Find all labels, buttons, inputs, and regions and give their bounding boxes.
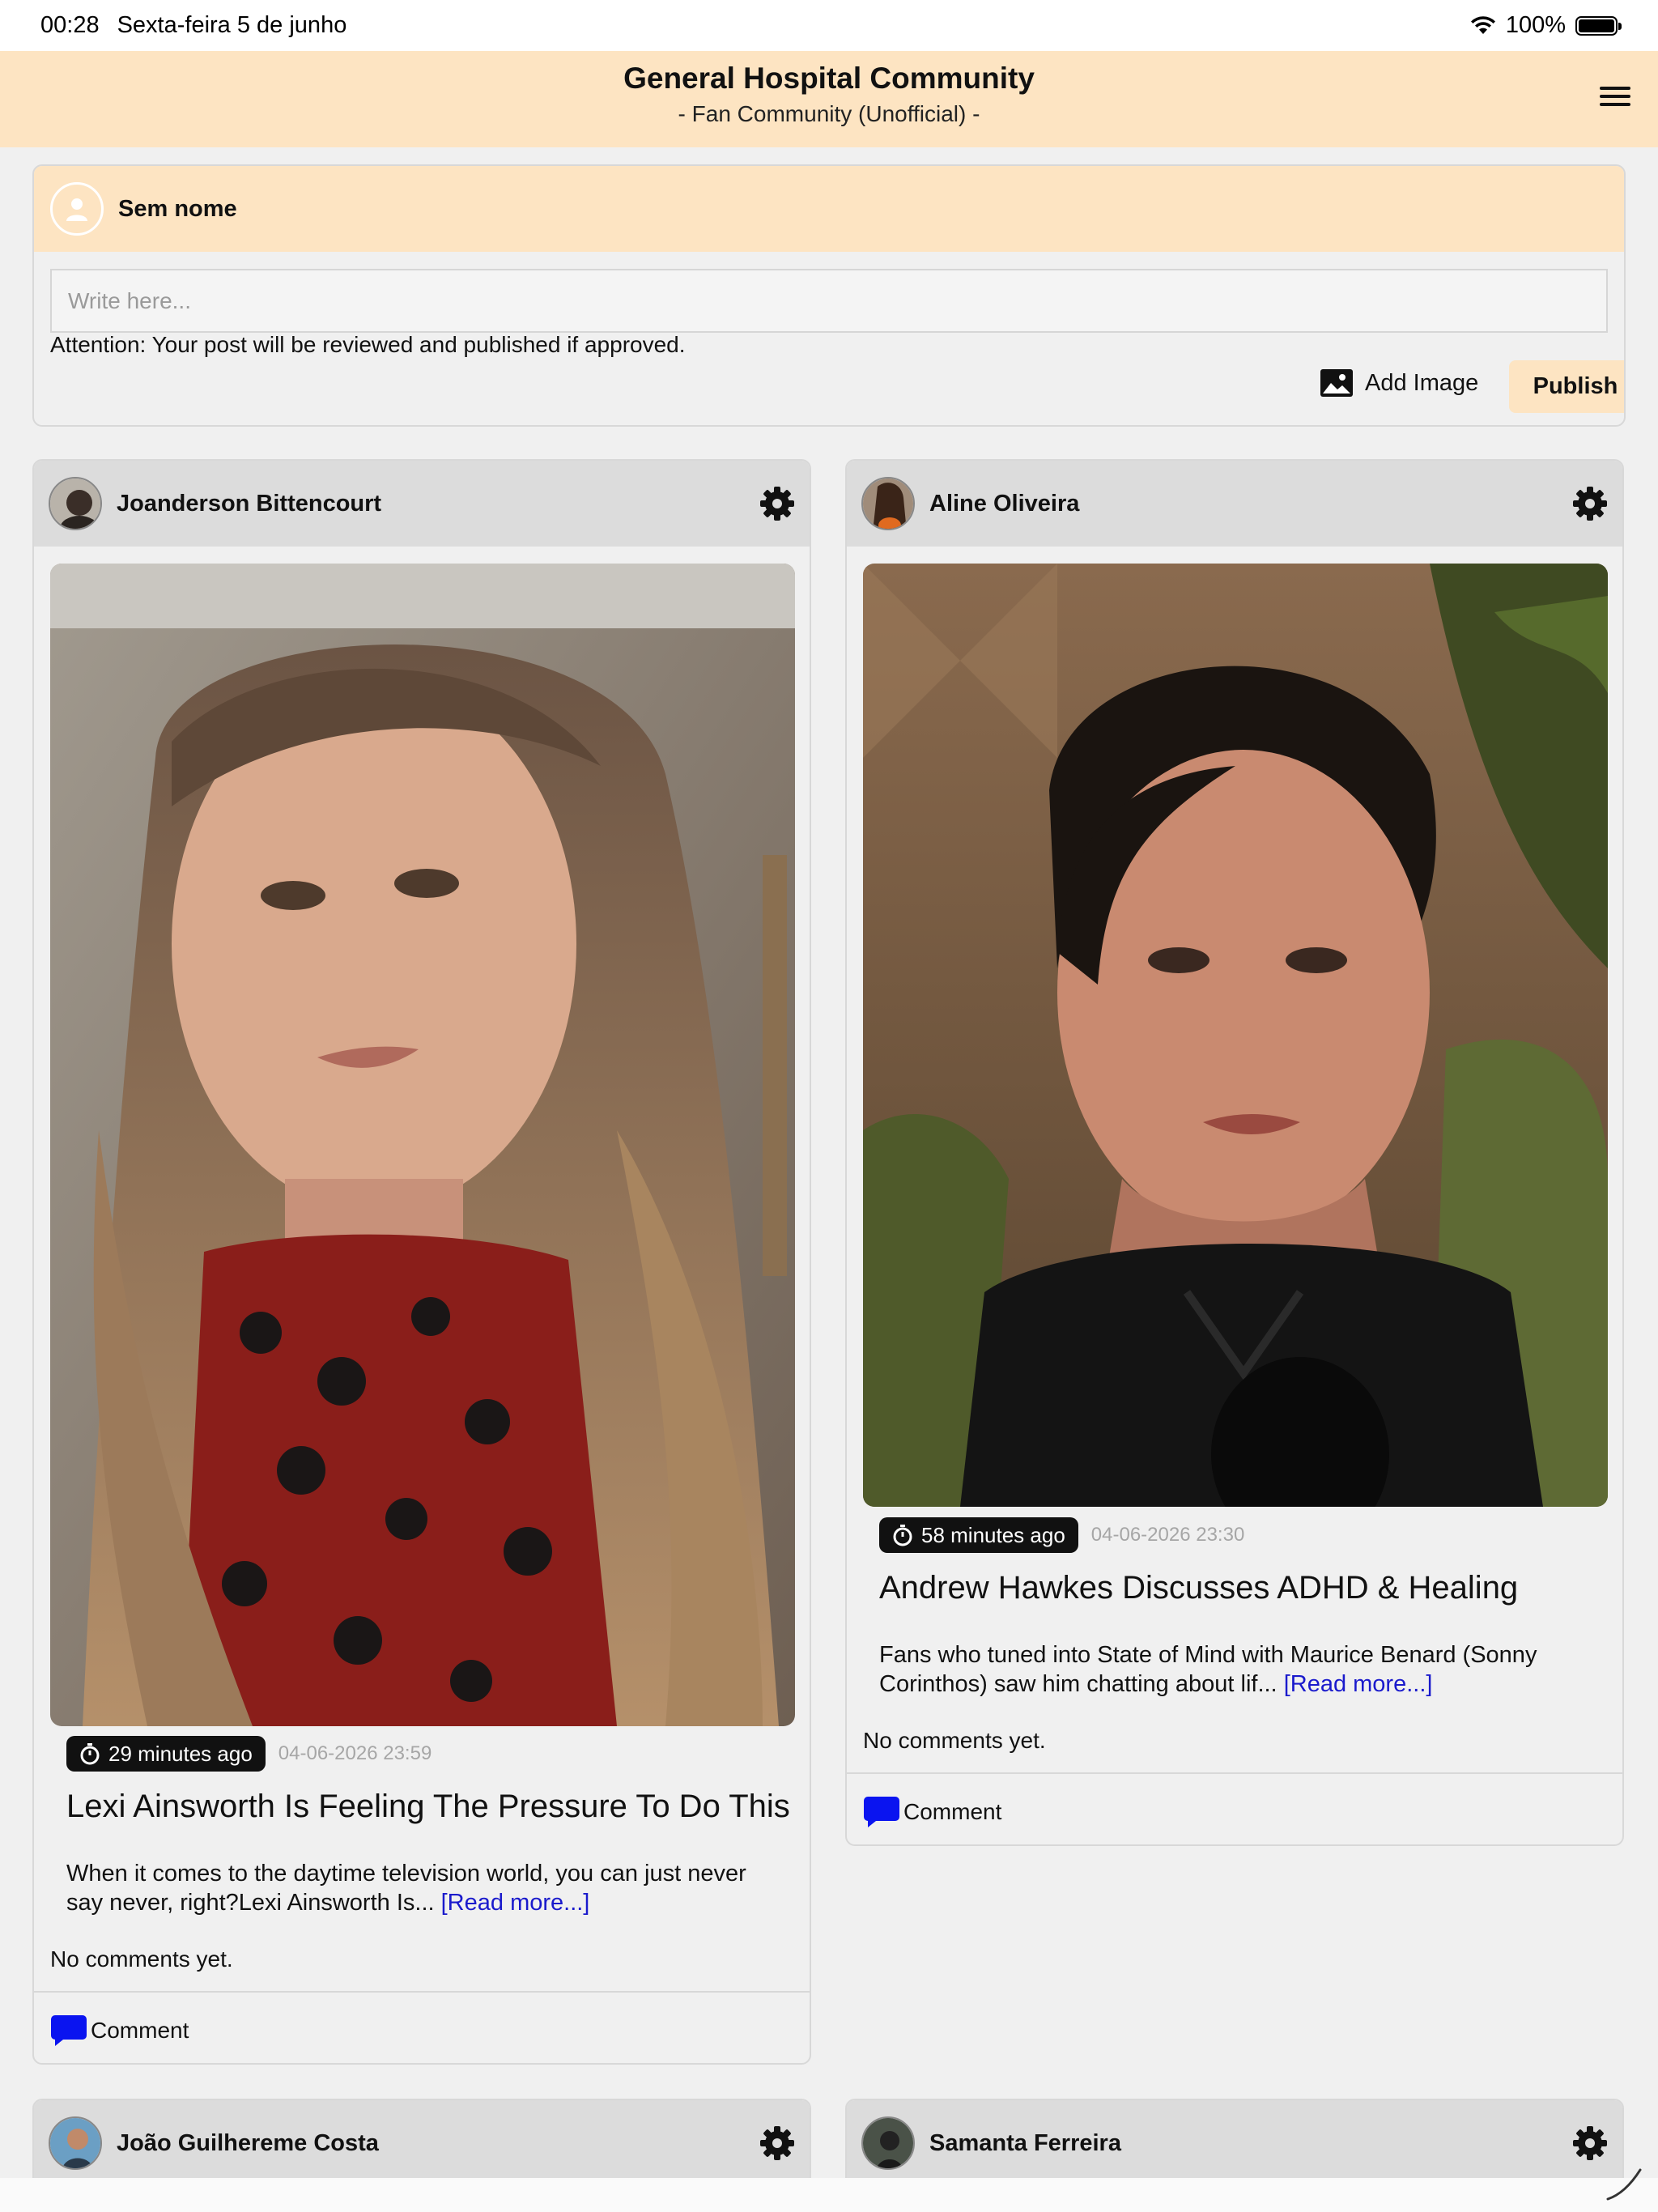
gear-icon[interactable] [1572,486,1608,521]
time-ago: 29 minutes ago [108,1741,253,1766]
status-date: Sexta-feira 5 de junho [117,12,347,38]
post-meta: 58 minutes ago 04-06-2026 23:30 [879,1517,1244,1553]
add-image-label: Add Image [1365,369,1479,396]
add-image-button[interactable]: Add Image [1320,368,1478,398]
compose-user-name: Sem nome [118,195,237,222]
time-badge: 58 minutes ago [879,1517,1078,1553]
wifi-icon [1470,15,1495,34]
app-header: General Hospital Community - Fan Communi… [0,51,1658,147]
post-image[interactable] [863,564,1608,1507]
post-author[interactable]: João Guilhereme Costa [117,2130,379,2157]
gear-icon[interactable] [1572,2125,1608,2161]
post-text-input[interactable] [50,269,1608,333]
post-card: Aline Oliveira 58 minutes ago 04-06-2026… [845,459,1624,1846]
post-title[interactable]: Andrew Hawkes Discusses ADHD & Healing [879,1570,1608,1606]
read-more-link[interactable]: [Read more...] [1284,1671,1433,1697]
comment-label: Comment [903,1799,1002,1824]
comment-label: Comment [91,2018,189,2043]
scribble-pencil-icon[interactable] [1605,2163,1643,2202]
divider [847,1772,1622,1774]
time-badge: 29 minutes ago [66,1736,266,1772]
post-header: Joanderson Bittencourt [34,461,810,547]
speech-bubble-icon [51,2015,87,2046]
gear-icon[interactable] [759,2125,795,2161]
compose-header: Sem nome [34,166,1624,252]
comments-status: No comments yet. [863,1728,1046,1753]
avatar[interactable] [861,477,915,530]
stopwatch-icon [893,1525,912,1546]
post-meta: 29 minutes ago 04-06-2026 23:59 [66,1736,432,1772]
avatar-placeholder-icon [50,182,104,236]
review-notice: Attention: Your post will be reviewed an… [50,332,686,357]
status-bar: 00:28 Sexta-feira 5 de junho 100% [0,0,1658,51]
post-excerpt-text: Fans who tuned into State of Mind with M… [879,1642,1537,1697]
avatar[interactable] [861,2116,915,2170]
hamburger-menu-icon[interactable] [1600,83,1630,109]
post-title[interactable]: Lexi Ainsworth Is Feeling The Pressure T… [66,1789,795,1825]
stopwatch-icon [80,1743,100,1765]
battery-icon [1575,15,1622,36]
page-subtitle: - Fan Community (Unofficial) - [678,101,980,126]
comments-status: No comments yet. [50,1946,233,1972]
post-header: Aline Oliveira [847,461,1622,547]
comment-button[interactable]: Comment [863,1795,1001,1829]
page-title: General Hospital Community [623,62,1035,95]
post-author[interactable]: Samanta Ferreira [929,2130,1121,2157]
speech-bubble-icon [864,1797,899,1827]
post-excerpt: When it comes to the daytime television … [66,1859,779,1917]
post-author[interactable]: Joanderson Bittencourt [117,491,381,517]
post-author[interactable]: Aline Oliveira [929,491,1079,517]
avatar[interactable] [49,477,102,530]
divider [34,1991,810,1993]
publish-button[interactable]: Publish [1509,360,1624,413]
post-header: Samanta Ferreira [847,2100,1622,2186]
post-date: 04-06-2026 23:59 [278,1742,432,1764]
time-ago: 58 minutes ago [921,1522,1065,1547]
battery-percent: 100% [1505,12,1566,38]
image-icon [1320,369,1353,397]
avatar[interactable] [49,2116,102,2170]
read-more-link[interactable]: [Read more...] [441,1890,590,1916]
gear-icon[interactable] [759,486,795,521]
post-date: 04-06-2026 23:30 [1090,1524,1245,1546]
post-excerpt: Fans who tuned into State of Mind with M… [879,1640,1592,1699]
post-image[interactable] [50,564,795,1726]
post-header: João Guilhereme Costa [34,2100,810,2186]
comment-button[interactable]: Comment [50,2014,189,2048]
post-card: Joanderson Bittencourt 29 minutes ago 04… [32,459,811,2065]
compose-card: Sem nome Attention: Your post will be re… [32,164,1626,427]
bottom-bar [0,2178,1658,2212]
status-time: 00:28 [40,12,100,38]
post-excerpt-text: When it comes to the daytime television … [66,1861,746,1916]
